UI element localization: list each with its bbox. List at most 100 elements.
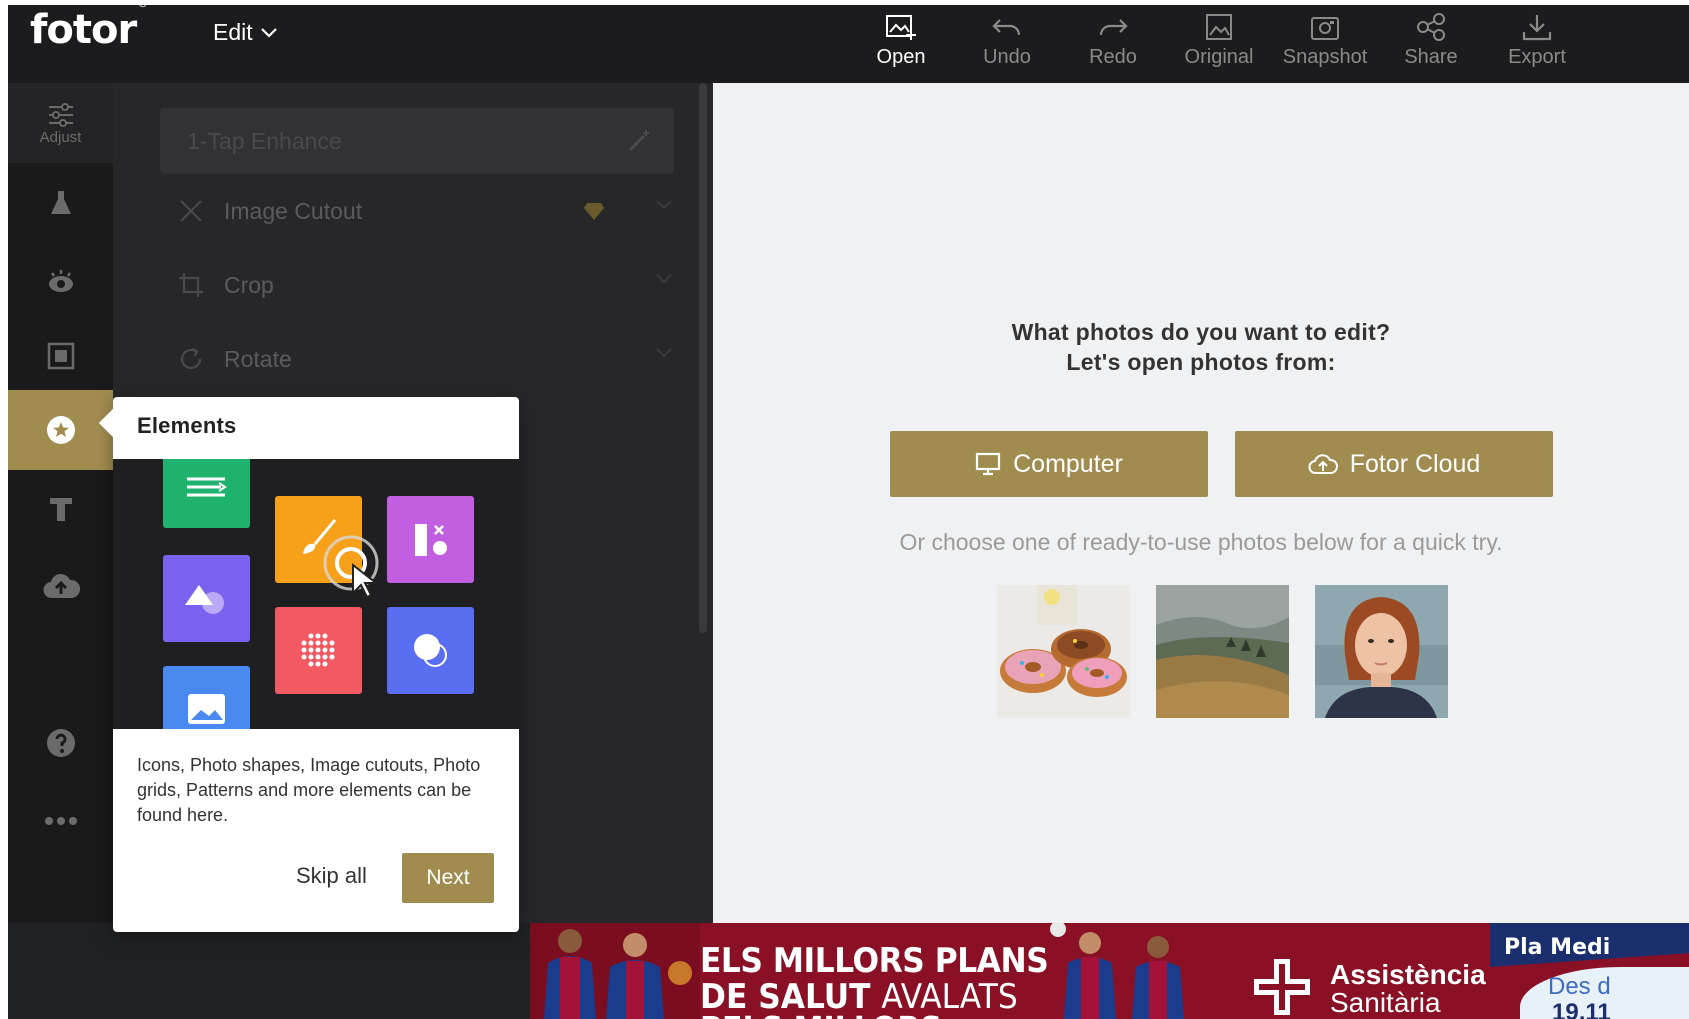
rail-item-cloud[interactable] (8, 546, 113, 626)
rail-item-effects[interactable] (8, 163, 113, 243)
cloud-upload-icon (1308, 454, 1338, 474)
next-button[interactable]: Next (402, 853, 494, 903)
rail-item-frames[interactable] (8, 316, 113, 396)
ad-brand-line2: Sanitària (1330, 987, 1441, 1018)
computer-label: Computer (1013, 449, 1123, 478)
original-button[interactable]: Original (1166, 5, 1272, 69)
edit-menu-button[interactable]: Edit (213, 19, 277, 46)
ad-brand: Assistència Sanitària (1330, 961, 1486, 1017)
flask-icon (50, 191, 71, 214)
one-tap-enhance-button[interactable]: 1-Tap Enhance (160, 108, 674, 174)
redo-icon (1099, 19, 1128, 36)
text-icon (49, 498, 72, 521)
ad-headline-line1: ELS MILLORS PLANS (700, 941, 1049, 981)
snapshot-button[interactable]: Snapshot (1272, 5, 1378, 69)
assistencia-cross-logo (1254, 959, 1310, 1015)
fotor-logo[interactable]: fotor® (30, 5, 148, 53)
rail-item-beauty[interactable] (8, 241, 113, 321)
snapshot-icon (1311, 17, 1339, 40)
popover-title: Elements (137, 413, 237, 438)
ad-headline-line3: PELS MILLORS (700, 1011, 942, 1019)
landscape-photo (1156, 585, 1289, 718)
sample-photos-hint: Or choose one of ready-to-use photos bel… (899, 529, 1503, 555)
rotate-icon (180, 347, 202, 370)
fotor-cloud-label: Fotor Cloud (1349, 449, 1481, 478)
star-circle-icon (46, 416, 75, 444)
element-tile-text-lines (163, 459, 250, 528)
ad-badge-title: Pla Medi (1504, 935, 1611, 960)
ad-badge-price: 19,11 (1552, 999, 1611, 1019)
top-bar: fotor® Edit Open Undo Redo Original (8, 5, 1689, 83)
sample-photo-landscape[interactable] (1156, 585, 1289, 718)
enhance-label: 1-Tap Enhance (187, 127, 342, 154)
edit-menu-label: Edit (213, 19, 253, 45)
photo-icon (188, 694, 225, 724)
sample-photo-portrait[interactable] (1315, 585, 1448, 718)
advertisement-banner[interactable]: ELS MILLORS PLANS DE SALUT AVALATS PELS … (530, 923, 1689, 1019)
panel-item-crop[interactable]: Crop (178, 265, 672, 305)
ad-players-right (1050, 923, 1184, 1019)
sample-photo-donuts[interactable] (997, 585, 1130, 718)
skip-all-button[interactable]: Skip all (296, 863, 367, 889)
pattern-dots-icon (301, 633, 335, 667)
elements-onboarding-popover: Elements Icons, Photo shapes, Image cuto… (98, 397, 519, 932)
elements-preview (113, 459, 519, 729)
left-rail: Adjust (8, 83, 113, 923)
share-button[interactable]: Share (1378, 5, 1484, 69)
element-tile-shapes (163, 555, 250, 642)
popover-description: Icons, Photo shapes, Image cutouts, Phot… (137, 755, 481, 825)
original-image-icon (1206, 14, 1232, 40)
element-tile-pattern (275, 607, 362, 694)
rail-adjust-label: Adjust (39, 128, 82, 146)
overlay-circles-icon (414, 634, 447, 667)
share-icon (1417, 13, 1445, 41)
cloud-upload-icon (43, 573, 80, 599)
grid-layout-icon (415, 524, 447, 556)
open-button[interactable]: Open (848, 5, 954, 69)
editor-canvas: What photos do you want to edit? Let's o… (713, 83, 1689, 923)
ad-price-badge: Pla Medi Des d 19,11 (1490, 923, 1689, 1019)
panel-scrollbar[interactable] (699, 83, 707, 633)
rail-item-help[interactable] (8, 703, 113, 783)
redo-button[interactable]: Redo (1060, 5, 1166, 69)
scissors-icon (180, 200, 202, 222)
rail-item-more[interactable] (8, 781, 113, 861)
shapes-icon (185, 585, 224, 614)
portrait-photo (1315, 585, 1448, 718)
open-from-computer-button[interactable]: Computer (890, 431, 1208, 497)
ad-brand-line1: Assistència (1330, 959, 1486, 990)
more-dots-icon (44, 817, 77, 825)
undo-label: Undo (983, 46, 1031, 68)
open-from-fotor-cloud-button[interactable]: Fotor Cloud (1235, 431, 1553, 497)
chevron-down-icon (260, 27, 277, 38)
text-lines-icon (187, 477, 227, 497)
share-label: Share (1404, 46, 1458, 68)
chevron-down-icon (656, 348, 672, 358)
premium-diamond-icon (584, 203, 604, 220)
donuts-photo (997, 585, 1130, 718)
export-label: Export (1508, 46, 1566, 68)
frame-icon (47, 342, 74, 370)
monitor-icon (976, 452, 1001, 476)
open-label: Open (876, 46, 926, 68)
undo-icon (992, 19, 1021, 36)
snapshot-label: Snapshot (1282, 46, 1368, 68)
open-question-line1: What photos do you want to edit? (1011, 319, 1391, 345)
crop-icon (179, 273, 203, 297)
element-tile-overlay (387, 607, 474, 694)
sliders-icon (48, 102, 73, 127)
chevron-down-icon (656, 274, 672, 284)
panel-item-image-cutout[interactable]: Image Cutout (178, 191, 672, 231)
rail-item-elements[interactable] (8, 390, 113, 470)
fotor-app: fotor® Edit Open Undo Redo Original (8, 5, 1689, 1019)
open-image-icon (886, 15, 916, 40)
rail-item-text[interactable] (8, 469, 113, 549)
undo-button[interactable]: Undo (954, 5, 1060, 69)
rail-item-adjust[interactable]: Adjust (8, 83, 113, 163)
image-cutout-label: Image Cutout (224, 197, 363, 224)
open-question-line2: Let's open photos from: (1066, 349, 1336, 375)
export-button[interactable]: Export (1484, 5, 1590, 69)
panel-item-rotate[interactable]: Rotate (178, 339, 672, 379)
magic-wand-icon (628, 130, 649, 152)
export-download-icon (1522, 15, 1552, 41)
